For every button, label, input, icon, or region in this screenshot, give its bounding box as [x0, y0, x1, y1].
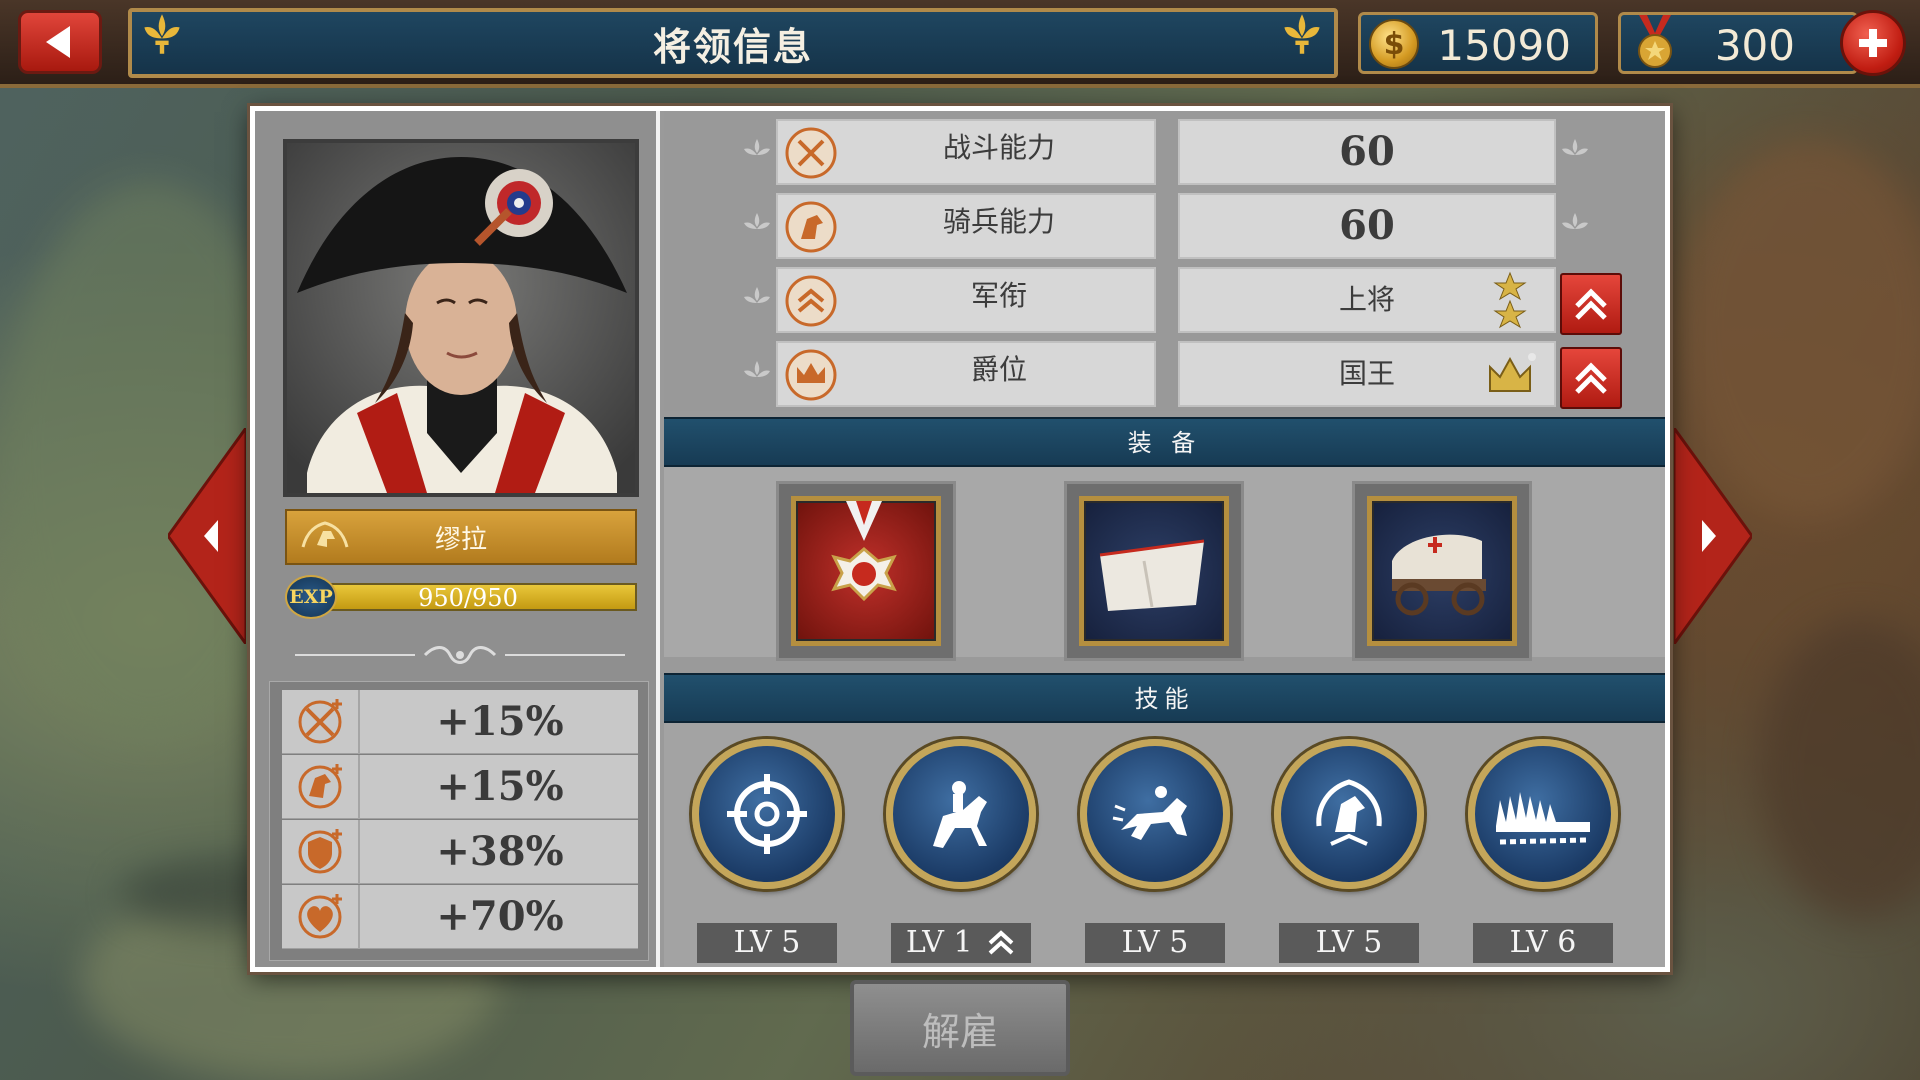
next-general-button[interactable] [1674, 428, 1752, 644]
skill-target[interactable] [692, 739, 842, 889]
attribute-value: 60 [1339, 202, 1395, 249]
rank-chevron-icon [785, 275, 837, 327]
exp-badge: EXP [285, 575, 337, 619]
equipment-area [664, 467, 1665, 661]
page-title: 将领信息 [652, 24, 813, 69]
skill-level: LV 6 [1473, 923, 1613, 963]
dismiss-button[interactable]: 解雇 [850, 980, 1070, 1076]
side-fleur-icon [1562, 213, 1588, 229]
bonus-value: +15% [436, 698, 564, 745]
side-fleur-icon [744, 139, 770, 155]
general-details: 战斗能力 60 骑兵能力 60 军衔 上将 爵位 国王 装 备 技能 LV 5 … [664, 111, 1665, 967]
side-fleur-icon [1562, 139, 1588, 155]
gold-counter: $ 15090 [1358, 12, 1598, 74]
crown-laurel-icon [785, 349, 837, 401]
rank-stars-icon [1493, 271, 1527, 329]
side-fleur-icon [744, 361, 770, 377]
skill-level: LV 5 [1279, 923, 1419, 963]
bonus-row-health: +70% [282, 885, 638, 949]
gold-coin-icon: $ [1369, 19, 1419, 69]
upgrade-available-icon [988, 930, 1014, 955]
back-button[interactable] [18, 10, 102, 74]
skills-header: 技能 [664, 673, 1665, 723]
horse-laurel-icon [785, 201, 837, 253]
plus-icon [1859, 29, 1887, 57]
shield-icon [298, 829, 342, 874]
attribute-label: 战斗能力 [942, 131, 1055, 164]
attribute-value: 60 [1339, 128, 1395, 175]
swords-icon [298, 699, 342, 744]
add-currency-button[interactable] [1840, 10, 1906, 76]
title-bar: 将领信息 [128, 8, 1338, 78]
bayonet-line-icon [1496, 792, 1590, 845]
crossed-swords-laurel-icon [785, 127, 837, 179]
tent-item-icon [1099, 539, 1205, 611]
attribute-list: 战斗能力 60 骑兵能力 60 军衔 上将 爵位 国王 [664, 111, 1665, 411]
skill-cavalry-charge[interactable] [1080, 739, 1230, 889]
bonus-row-defense: +38% [282, 820, 638, 884]
medal-item-icon [831, 501, 897, 602]
side-fleur-icon [744, 213, 770, 229]
exp-value: 950/950 [418, 584, 518, 612]
previous-general-button[interactable] [168, 428, 246, 644]
attribute-row-rank: 军衔 上将 [664, 263, 1665, 337]
fleur-de-lis-icon [1284, 14, 1320, 54]
medal-value: 300 [1714, 21, 1795, 70]
general-profile: 缪拉 950/950 EXP +15% +15% +38% +70% [255, 111, 660, 967]
general-name: 缪拉 [434, 524, 487, 555]
double-chevron-up-icon [1575, 288, 1607, 320]
back-arrow-icon [46, 26, 70, 58]
fleur-de-lis-icon [144, 14, 180, 54]
equipment-slot-medal[interactable] [776, 481, 956, 661]
skill-level: LV 5 [1085, 923, 1225, 963]
rank-upgrade-button[interactable] [1560, 273, 1622, 335]
heart-icon [298, 894, 342, 939]
skills-title: 技能 [1134, 685, 1195, 713]
bonus-value: +38% [436, 828, 564, 875]
cavalry-charge-icon [1112, 786, 1187, 840]
attribute-row-title: 爵位 国王 [664, 337, 1665, 411]
double-chevron-up-icon [1575, 362, 1607, 394]
gold-value: 15090 [1437, 21, 1571, 70]
side-fleur-icon [744, 287, 770, 303]
divider-ornament [295, 646, 625, 664]
top-bar: 将领信息 $ 15090 300 [0, 0, 1920, 88]
attribute-row-combat: 战斗能力 60 [664, 115, 1665, 189]
horse-rider-icon [933, 781, 987, 848]
target-icon [727, 774, 807, 854]
equipment-title: 装 备 [1127, 429, 1202, 457]
skill-horse-laurel[interactable] [1274, 739, 1424, 889]
skill-level: LV 5 [697, 923, 837, 963]
exp-bar: 950/950 [299, 583, 637, 611]
bonus-value: +70% [436, 893, 564, 940]
bonus-value: +15% [436, 763, 564, 810]
equipment-header: 装 备 [664, 417, 1665, 467]
bonus-row-cavalry: +15% [282, 755, 638, 819]
skill-level-text: LV 1 [905, 925, 973, 960]
title-upgrade-button[interactable] [1560, 347, 1622, 409]
skill-bayonet-line[interactable] [1468, 739, 1618, 889]
ambulance-wagon-item-icon [1392, 534, 1486, 616]
attribute-label: 爵位 [970, 353, 1027, 386]
portrait-image [287, 143, 635, 493]
bonus-row-attack: +15% [282, 690, 638, 754]
bonus-list: +15% +15% +38% +70% [269, 681, 649, 961]
cavalry-icon [298, 764, 342, 809]
attribute-label: 骑兵能力 [942, 205, 1055, 238]
crown-icon [1489, 353, 1536, 392]
skills-area: LV 5 LV 1 LV 5 LV 5 LV 6 [664, 723, 1665, 967]
attribute-label: 军衔 [970, 279, 1027, 312]
skill-horse-rider[interactable] [886, 739, 1036, 889]
laurel-horse-icon [301, 521, 349, 548]
general-name-bar: 缪拉 [285, 509, 637, 565]
general-info-panel: 缪拉 950/950 EXP +15% +15% +38% +70% 战斗能力 … [250, 106, 1670, 972]
medal-icon [1638, 15, 1672, 68]
equipment-slot-wagon[interactable] [1352, 481, 1532, 661]
horse-laurel-icon [1316, 779, 1382, 846]
attribute-row-cavalry: 骑兵能力 60 [664, 189, 1665, 263]
equipment-slot-tent[interactable] [1064, 481, 1244, 661]
general-portrait [283, 139, 639, 497]
skill-level: LV 1 [891, 923, 1031, 963]
medal-counter: 300 [1618, 12, 1858, 74]
